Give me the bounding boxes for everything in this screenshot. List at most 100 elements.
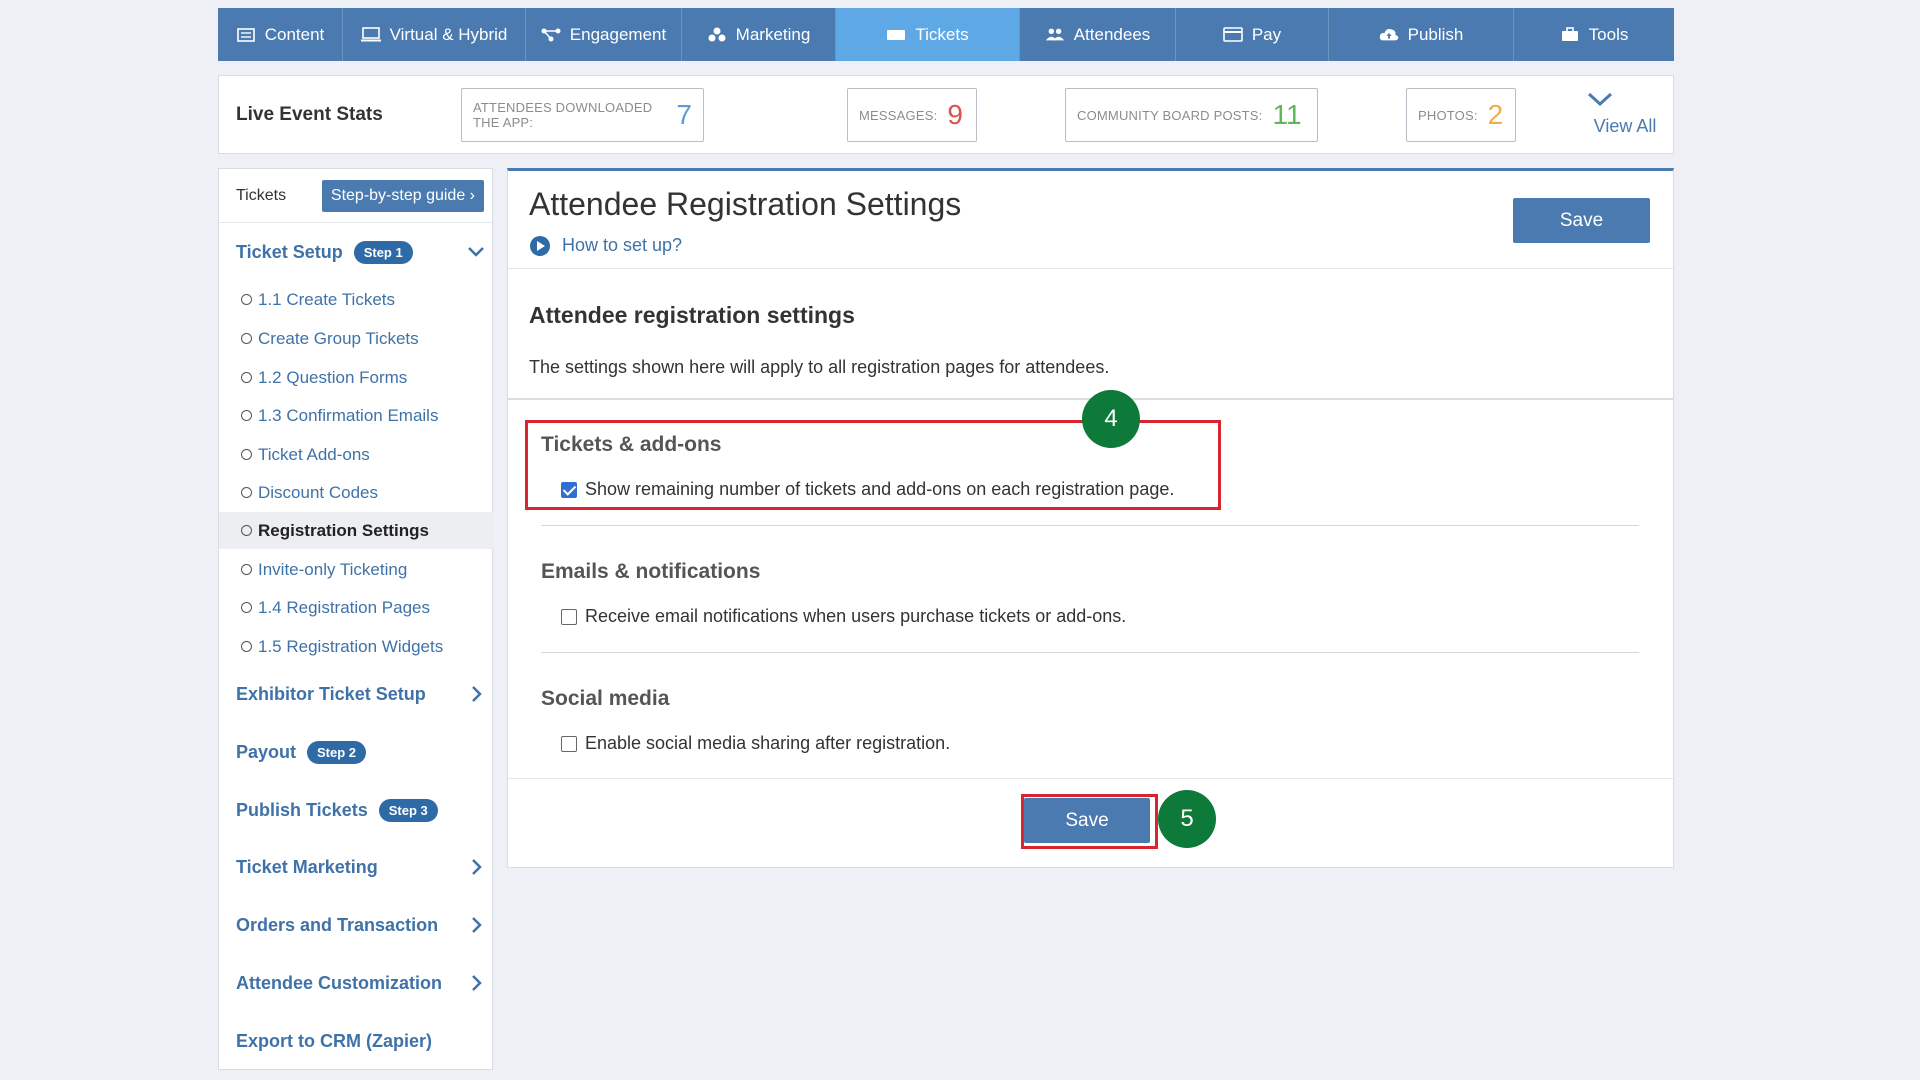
stat-label: PHOTOS: <box>1418 107 1478 123</box>
sidebar-item-invite-only-ticketing[interactable]: Invite-only Ticketing <box>219 551 494 588</box>
sidebar-header-title: Tickets <box>236 186 287 204</box>
tab-publish[interactable]: Publish <box>1329 8 1514 61</box>
tab-pay[interactable]: Pay <box>1176 8 1329 61</box>
tab-label: Content <box>264 24 325 44</box>
circle-icon <box>241 602 252 613</box>
footer-divider <box>508 778 1673 779</box>
main-panel: Attendee Registration Settings How to se… <box>507 168 1674 868</box>
group-title-social-media: Social media <box>541 687 670 710</box>
how-to-set-up-link[interactable]: How to set up? <box>530 235 682 256</box>
sidebar-item-label: Create Group Tickets <box>258 328 419 348</box>
section-title: Attendee registration settings <box>529 302 855 328</box>
sidebar-header: Tickets Step-by-step guide › <box>219 169 492 223</box>
checkbox-unchecked[interactable] <box>561 735 577 752</box>
sidebar-item-label: Discount Codes <box>258 482 379 502</box>
tab-label: Tools <box>1588 24 1629 44</box>
chevron-right-icon <box>472 975 482 991</box>
sidebar-section-ticket-setup[interactable]: Ticket Setup Step 1 <box>219 230 494 274</box>
page-title: Attendee Registration Settings <box>529 186 962 222</box>
stat-label: ATTENDEES DOWNLOADED THE APP: <box>473 100 653 130</box>
tab-tickets[interactable]: Tickets <box>836 8 1020 61</box>
checkbox-unchecked[interactable] <box>561 608 577 625</box>
circle-icon <box>241 449 252 460</box>
tab-attendees[interactable]: Attendees <box>1020 8 1176 61</box>
section-label: Publish Tickets <box>236 799 368 820</box>
highlight-box-save <box>1021 794 1158 849</box>
section-label: Exhibitor Ticket Setup <box>236 683 426 704</box>
step-badge: Step 2 <box>307 740 367 764</box>
tab-virtual-hybrid[interactable]: Virtual & Hybrid <box>343 8 526 61</box>
stat-app-downloads: ATTENDEES DOWNLOADED THE APP: 7 <box>461 88 704 142</box>
sidebar-item-discount-codes[interactable]: Discount Codes <box>219 474 494 511</box>
header-divider <box>508 268 1673 269</box>
section-description: The settings shown here will apply to al… <box>529 357 1110 377</box>
stats-title: Live Event Stats <box>236 104 383 125</box>
tab-tools[interactable]: Tools <box>1514 8 1674 61</box>
sidebar-item-question-forms[interactable]: 1.2 Question Forms <box>219 359 494 396</box>
sidebar: Tickets Step-by-step guide › Ticket Setu… <box>218 168 494 1070</box>
cloud-upload-icon <box>1379 27 1399 43</box>
sidebar-section-attendee-customization[interactable]: Attendee Customization <box>219 961 494 1005</box>
sidebar-item-create-tickets[interactable]: 1.1 Create Tickets <box>219 281 494 318</box>
tab-label: Publish <box>1407 24 1464 44</box>
tab-marketing[interactable]: Marketing <box>682 8 836 61</box>
sidebar-item-label: 1.2 Question Forms <box>258 367 408 387</box>
circle-icon <box>241 294 252 305</box>
group-separator <box>541 525 1639 526</box>
circle-icon <box>241 641 252 652</box>
sidebar-item-registration-pages[interactable]: 1.4 Registration Pages <box>219 589 494 626</box>
sidebar-item-label: 1.5 Registration Widgets <box>258 636 444 656</box>
section-label: Ticket Marketing <box>236 856 378 877</box>
sidebar-section-publish-tickets[interactable]: Publish Tickets Step 3 <box>219 788 494 832</box>
section-label: Ticket Setup <box>236 241 343 262</box>
sidebar-item-registration-settings[interactable]: Registration Settings <box>219 512 494 549</box>
view-all-button[interactable]: View All <box>1585 88 1665 137</box>
sidebar-section-payout[interactable]: Payout Step 2 <box>219 730 494 774</box>
tab-label: Marketing <box>735 24 811 44</box>
sidebar-item-create-group-tickets[interactable]: Create Group Tickets <box>219 320 494 357</box>
play-icon <box>530 235 550 256</box>
section-label: Payout <box>236 741 297 762</box>
step-badge: Step 3 <box>378 798 438 822</box>
sidebar-item-registration-widgets[interactable]: 1.5 Registration Widgets <box>219 628 494 665</box>
toolbox-icon <box>1560 27 1580 43</box>
chevron-right-icon <box>472 917 482 933</box>
how-to-label: How to set up? <box>562 235 683 255</box>
tab-label: Virtual & Hybrid <box>389 24 508 44</box>
circle-icon <box>241 564 252 575</box>
section-label: Orders and Transaction <box>236 914 439 935</box>
sidebar-section-ticket-marketing[interactable]: Ticket Marketing <box>219 845 494 889</box>
ticket-icon <box>886 27 906 43</box>
step-by-step-guide-button[interactable]: Step-by-step guide › <box>321 179 484 212</box>
tab-label: Pay <box>1251 24 1282 44</box>
stat-value: 11 <box>1272 99 1302 130</box>
top-nav: Content Virtual & Hybrid Engagement Mark… <box>218 8 1674 61</box>
save-button-top[interactable]: Save <box>1513 198 1650 243</box>
stat-community-posts: COMMUNITY BOARD POSTS: 11 <box>1065 88 1318 142</box>
sidebar-item-label: Ticket Add-ons <box>258 444 370 464</box>
sidebar-section-export-crm[interactable]: Export to CRM (Zapier) <box>219 1019 494 1063</box>
step-marker-4: 4 <box>1082 390 1140 448</box>
sidebar-item-label: Invite-only Ticketing <box>258 559 408 579</box>
option-email-notifications[interactable]: Receive email notifications when users p… <box>561 606 1126 627</box>
circle-icon <box>241 525 252 536</box>
option-label: Enable social media sharing after regist… <box>585 733 951 753</box>
option-social-sharing[interactable]: Enable social media sharing after regist… <box>561 733 950 754</box>
step-marker-5: 5 <box>1158 790 1216 848</box>
stat-label: COMMUNITY BOARD POSTS: <box>1077 107 1263 123</box>
sidebar-item-ticket-add-ons[interactable]: Ticket Add-ons <box>219 436 494 473</box>
view-all-label: View All <box>1593 116 1657 136</box>
tab-engagement[interactable]: Engagement <box>526 8 682 61</box>
chevron-down-icon <box>1587 92 1613 107</box>
sidebar-section-exhibitor-ticket-setup[interactable]: Exhibitor Ticket Setup <box>219 672 494 716</box>
sidebar-section-orders-transaction[interactable]: Orders and Transaction <box>219 903 494 947</box>
tab-content[interactable]: Content <box>218 8 343 61</box>
tab-label: Tickets <box>915 24 969 44</box>
sidebar-item-confirmation-emails[interactable]: 1.3 Confirmation Emails <box>219 397 494 434</box>
tab-label: Engagement <box>569 24 667 44</box>
stat-label: MESSAGES: <box>859 107 938 123</box>
sidebar-item-label: 1.3 Confirmation Emails <box>258 405 439 425</box>
content-icon <box>236 27 256 43</box>
chevron-right-icon <box>472 686 482 702</box>
stat-value: 9 <box>947 99 963 130</box>
